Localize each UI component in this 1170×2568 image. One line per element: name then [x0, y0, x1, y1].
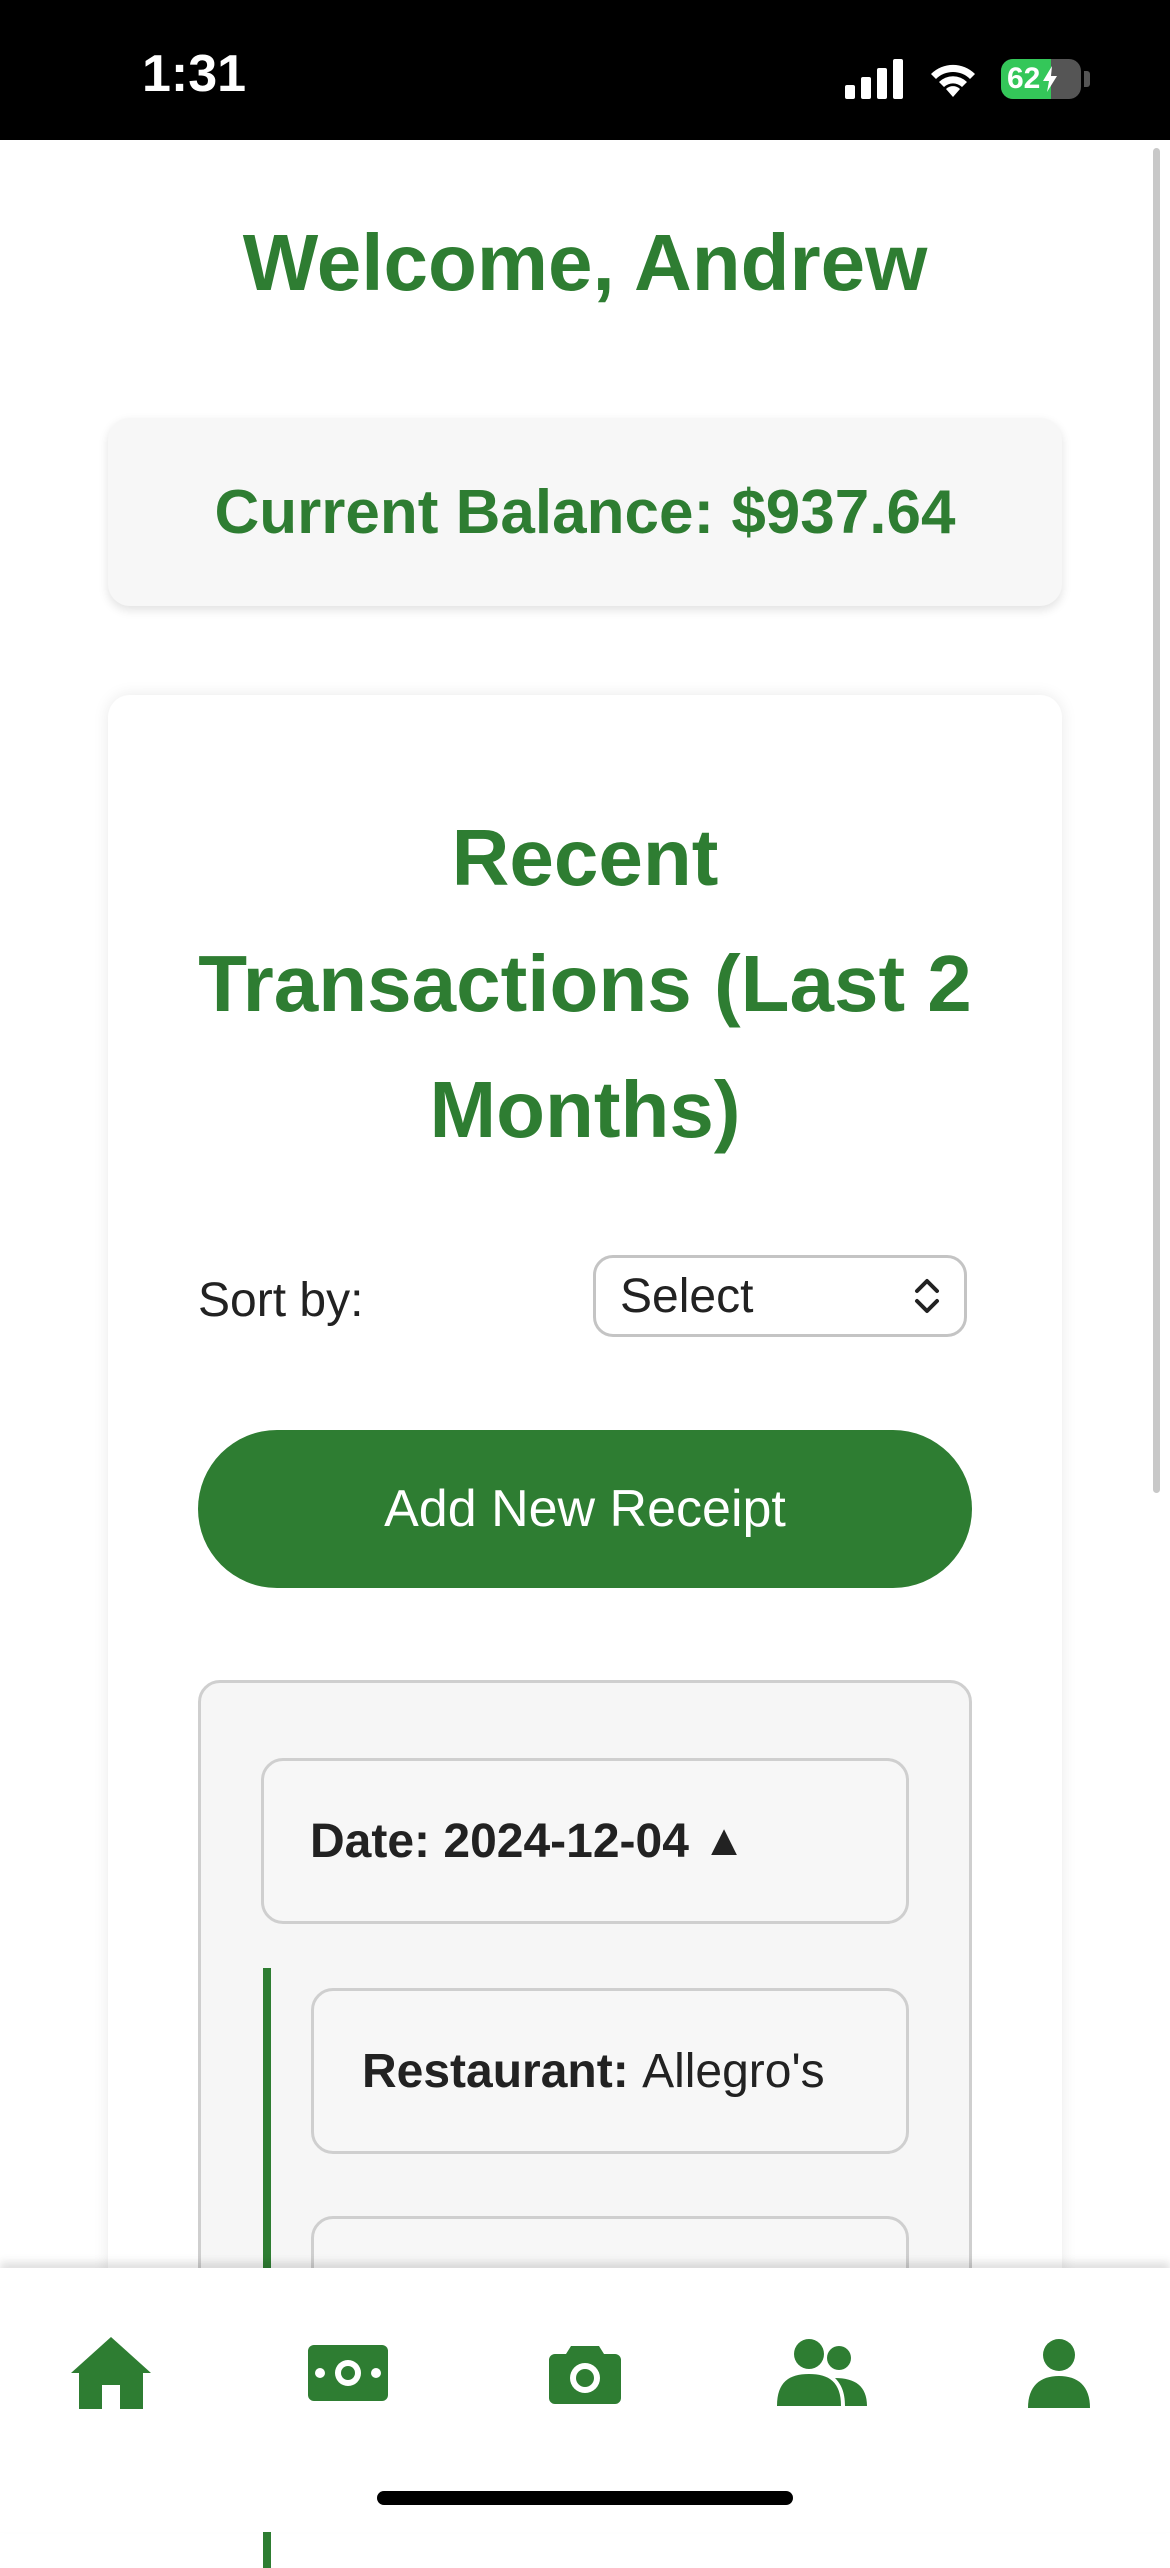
tab-camera[interactable]: [540, 2328, 630, 2418]
sort-select[interactable]: Select: [593, 1255, 967, 1337]
profile-icon: [1028, 2339, 1090, 2408]
transaction-item-label: Restaurant:: [362, 2044, 629, 2098]
status-bar: 1:31 62: [0, 0, 1170, 140]
money-icon: [308, 2345, 388, 2401]
battery-percent: 62: [1007, 62, 1041, 95]
battery-cap: [1084, 71, 1090, 87]
sort-select-value: Select: [620, 1269, 754, 1323]
transaction-item-value: Allegro's: [642, 2044, 825, 2098]
status-time: 1:31: [142, 45, 247, 103]
page-scrollbar[interactable]: [1153, 148, 1160, 1493]
tab-profile[interactable]: [1014, 2328, 1104, 2418]
date-group-header[interactable]: Date: 2024-12-04 ▲: [261, 1758, 909, 1924]
camera-icon: [549, 2346, 621, 2404]
wifi-icon: [931, 64, 975, 97]
status-icons: 62: [845, 56, 1090, 102]
tab-money[interactable]: [303, 2328, 393, 2418]
add-new-receipt-button[interactable]: Add New Receipt: [198, 1430, 972, 1588]
transactions-card: Recent Transactions (Last 2 Months) Sort…: [108, 695, 1062, 2568]
select-chevrons-icon: [915, 1279, 939, 1313]
cellular-signal-icon: [845, 59, 903, 99]
home-icon: [71, 2337, 151, 2409]
welcome-heading: Welcome, Andrew: [242, 218, 928, 307]
sort-label: Sort by:: [198, 1274, 364, 1327]
transactions-title: Recent Transactions (Last 2 Months): [198, 813, 972, 1154]
battery-icon: 62: [1001, 59, 1081, 99]
users-icon: [777, 2339, 867, 2406]
charging-bolt-icon: [1043, 66, 1058, 92]
tab-users[interactable]: [777, 2328, 867, 2418]
collapse-triangle-icon: ▲: [702, 1816, 746, 1865]
tab-home[interactable]: [66, 2328, 156, 2418]
balance-card: Current Balance: $937.64: [108, 418, 1062, 606]
date-label: Date:: [310, 1814, 431, 1868]
home-indicator[interactable]: [377, 2491, 793, 2505]
transaction-item[interactable]: Restaurant: Allegro's: [311, 1988, 909, 2154]
current-balance: Current Balance: $937.64: [214, 477, 956, 547]
date-value: 2024-12-04: [443, 1814, 689, 1868]
